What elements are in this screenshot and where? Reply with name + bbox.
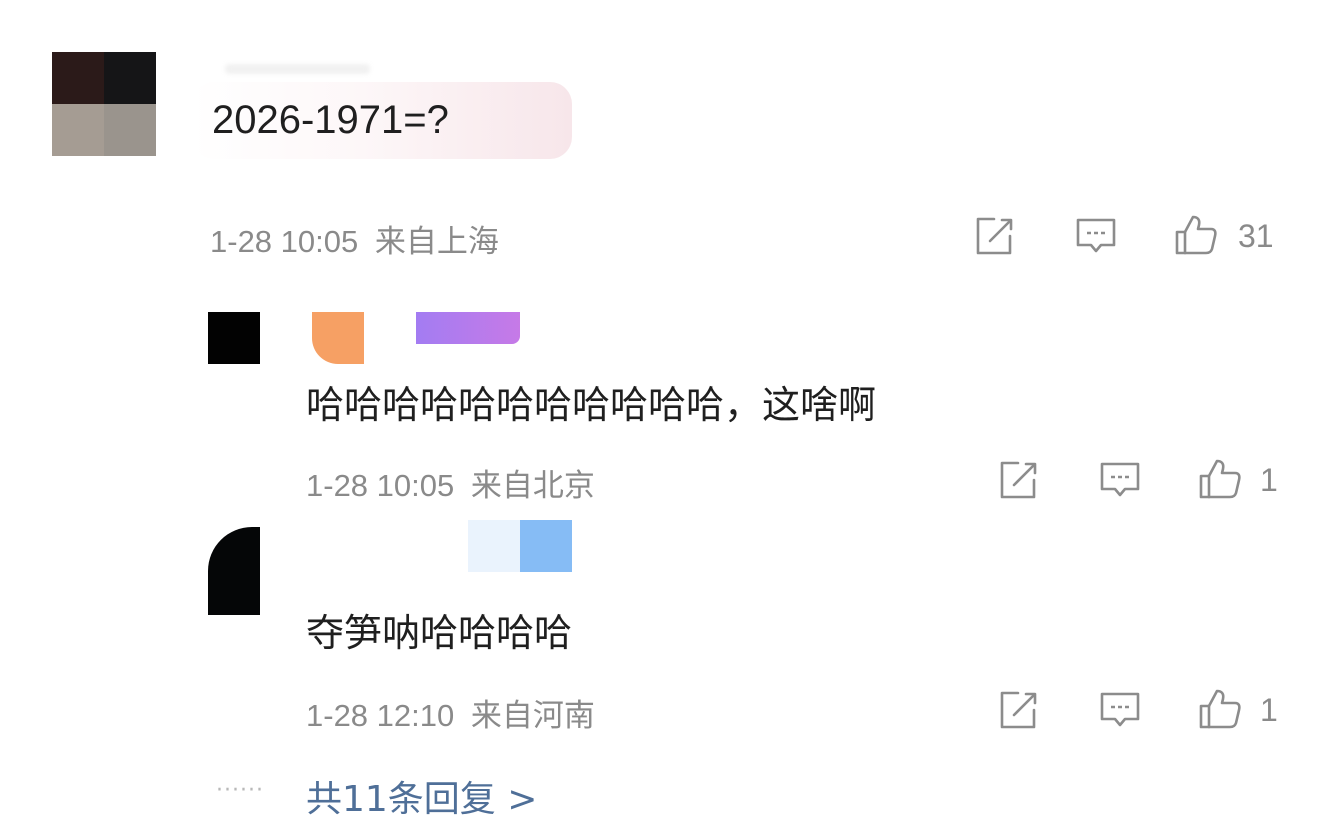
thumbs-up-icon[interactable] [1174,212,1218,256]
comment-bubble-icon[interactable] [1074,214,1118,258]
reply-text: 夺笋呐哈哈哈哈 [306,611,573,655]
reply-time: 1-28 10:05 [306,468,455,503]
reply-time: 1-28 12:10 [306,698,455,733]
comment-timestamp: 1-28 10:05 来自上海 [210,216,499,261]
comment-time: 1-28 10:05 [210,224,359,259]
avatar[interactable] [208,527,260,615]
reply-location: 来自北京 [470,468,595,503]
reply-timestamp: 1-28 12:10 来自河南 [306,690,595,735]
share-square-icon[interactable] [996,458,1040,502]
thumbs-up-icon[interactable] [1198,686,1242,730]
view-more-replies-link[interactable]: 共11条回复 > [306,770,537,821]
comment-location: 来自上海 [374,224,499,259]
like-count: 1 [1260,462,1278,498]
obscured-username [468,520,520,572]
comment-bubble-icon[interactable] [1098,458,1142,502]
share-square-icon[interactable] [996,688,1040,732]
reply-timestamp: 1-28 10:05 来自北京 [306,460,595,505]
reply-text: 哈哈哈哈哈哈哈哈哈哈哈，这啥啊 [306,383,877,427]
reply-location: 来自河南 [470,698,595,733]
share-square-icon[interactable] [972,214,1016,258]
obscured-username [225,64,370,74]
obscured-username [312,312,364,364]
comment-thread: 2026-1971=? 1-28 10:05 来自上海 31 哈哈哈哈哈哈哈哈哈… [0,0,1320,821]
avatar[interactable] [52,52,156,156]
comment-text: 2026-1971=? [212,98,449,142]
avatar[interactable] [208,312,260,364]
dotted-line: ······ [216,778,264,803]
like-count: 31 [1238,218,1274,254]
comment-bubble-icon[interactable] [1098,688,1142,732]
like-count: 1 [1260,692,1278,728]
member-badge [416,312,520,344]
thumbs-up-icon[interactable] [1198,456,1242,500]
member-badge [520,520,572,572]
